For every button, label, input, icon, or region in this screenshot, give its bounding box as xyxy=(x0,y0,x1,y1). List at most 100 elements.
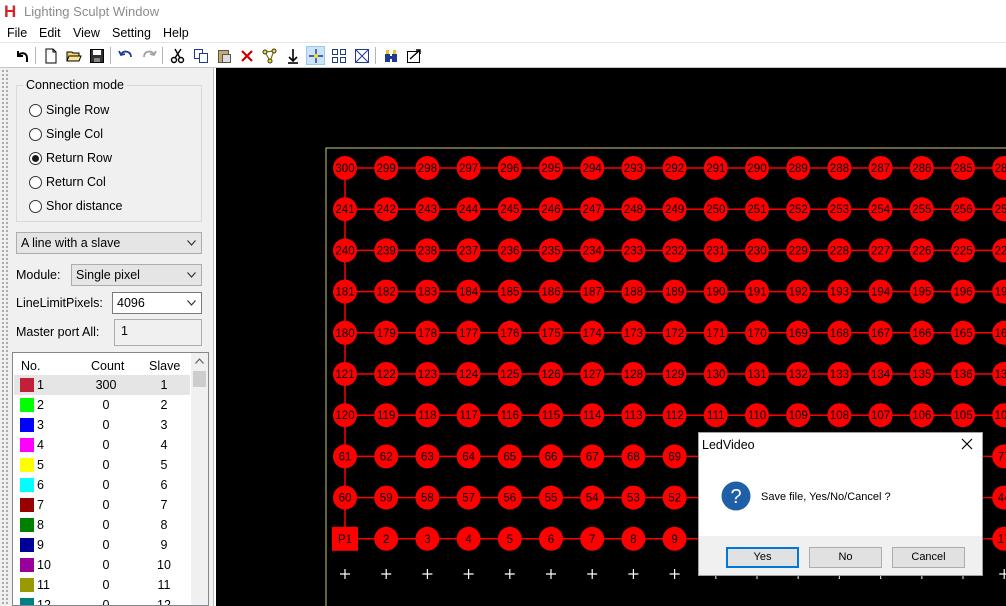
undo-icon[interactable] xyxy=(12,46,31,65)
pixel-node[interactable]: 296 xyxy=(497,156,522,180)
cancel-button[interactable]: Cancel xyxy=(892,547,965,568)
pixel-node[interactable]: 60 xyxy=(333,485,357,510)
pixel-node[interactable]: 5 xyxy=(497,526,522,551)
line-limit-select[interactable]: 4096 xyxy=(112,292,202,314)
table-row[interactable]: 1 300 1 xyxy=(14,375,190,395)
pixel-node[interactable]: 234 xyxy=(580,238,605,263)
pixel-node[interactable]: 44 xyxy=(992,485,1006,510)
paste-icon[interactable] xyxy=(214,46,233,65)
pixel-node[interactable]: 2 xyxy=(374,526,399,551)
pixel-node[interactable]: 53 xyxy=(621,485,646,510)
pixel-node[interactable]: 297 xyxy=(456,156,481,180)
pixel-node[interactable]: 131 xyxy=(745,362,769,386)
pixel-node[interactable]: 109 xyxy=(786,403,811,428)
close-icon[interactable] xyxy=(961,438,973,450)
pixel-node[interactable]: 105 xyxy=(951,403,975,428)
pixel-node[interactable]: 6 xyxy=(539,526,563,551)
pixel-node[interactable]: 286 xyxy=(909,156,934,180)
pixel-node[interactable]: 130 xyxy=(703,362,728,386)
pixel-node[interactable]: 108 xyxy=(827,403,852,428)
pixel-node[interactable]: 133 xyxy=(827,362,852,386)
pixel-node[interactable]: 249 xyxy=(662,197,687,222)
pixel-node[interactable]: 68 xyxy=(621,444,646,469)
pixel-node[interactable]: 55 xyxy=(539,485,563,510)
pixel-node[interactable]: 251 xyxy=(745,197,769,222)
radio-single-col[interactable]: Single Col xyxy=(29,126,103,142)
pixel-node[interactable]: 61 xyxy=(333,444,357,469)
pixel-node[interactable]: 58 xyxy=(415,485,440,510)
pixel-node[interactable]: 239 xyxy=(374,238,399,263)
pixel-node[interactable]: 186 xyxy=(539,279,563,304)
table-row[interactable]: 12 0 12 xyxy=(14,595,190,605)
open-folder-icon[interactable] xyxy=(64,46,83,65)
pixel-node[interactable]: 118 xyxy=(415,403,440,428)
pixel-node[interactable]: 65 xyxy=(497,444,522,469)
pixel-node[interactable]: 62 xyxy=(374,444,399,469)
copy-icon[interactable] xyxy=(191,46,210,65)
table-row[interactable]: 2 0 2 xyxy=(14,395,190,415)
pixel-node[interactable]: 111 xyxy=(703,403,728,428)
pixel-node[interactable]: 197 xyxy=(992,279,1006,304)
pixel-node[interactable]: 226 xyxy=(909,238,934,263)
pixel-node[interactable]: 238 xyxy=(415,238,440,263)
pixel-node[interactable]: 246 xyxy=(539,197,563,222)
menu-setting[interactable]: Setting xyxy=(112,25,151,43)
pixel-node[interactable]: 240 xyxy=(333,238,357,263)
table-row[interactable]: 9 0 9 xyxy=(14,535,190,555)
fit-window-icon[interactable] xyxy=(352,46,371,65)
pixel-node[interactable]: 63 xyxy=(415,444,440,469)
pixel-node[interactable]: 242 xyxy=(374,197,399,222)
pixel-node[interactable]: 177 xyxy=(456,320,481,345)
pixel-node[interactable]: 7 xyxy=(580,526,605,551)
radio-shor-distance[interactable]: Shor distance xyxy=(29,198,122,214)
pixel-node[interactable]: 54 xyxy=(580,485,605,510)
pixel-node[interactable]: 236 xyxy=(497,238,522,263)
pixel-node[interactable]: 253 xyxy=(827,197,852,222)
pixel-node[interactable]: 134 xyxy=(868,362,893,386)
pixel-node[interactable]: 233 xyxy=(621,238,646,263)
table-row[interactable]: 4 0 4 xyxy=(14,435,190,455)
pixel-node[interactable]: 191 xyxy=(745,279,769,304)
pixel-node[interactable]: 195 xyxy=(909,279,934,304)
pixel-node[interactable]: 9 xyxy=(662,526,687,551)
pixel-node[interactable]: 17 xyxy=(992,526,1006,551)
pixel-node[interactable]: 132 xyxy=(786,362,811,386)
pixel-node[interactable]: 256 xyxy=(951,197,975,222)
pixel-node[interactable]: 244 xyxy=(456,197,481,222)
pixel-node[interactable]: 104 xyxy=(992,403,1006,428)
pixel-node[interactable]: 189 xyxy=(662,279,687,304)
pixel-node[interactable]: 114 xyxy=(580,403,605,428)
pixel-node[interactable]: 166 xyxy=(909,320,934,345)
pixel-node[interactable]: 288 xyxy=(827,156,852,180)
pixel-node[interactable]: 57 xyxy=(456,485,481,510)
master-port-input[interactable]: 1 xyxy=(114,319,202,346)
pixel-node[interactable]: 257 xyxy=(992,197,1006,222)
pixel-node[interactable]: 243 xyxy=(415,197,440,222)
pixel-node[interactable]: 4 xyxy=(456,526,481,551)
menu-view[interactable]: View xyxy=(73,25,100,43)
undo-arrow-icon[interactable] xyxy=(116,46,135,65)
pixel-node[interactable]: 194 xyxy=(868,279,893,304)
crosshair-icon[interactable] xyxy=(306,46,325,65)
scroll-up-icon[interactable] xyxy=(195,358,204,364)
pixel-node[interactable]: 299 xyxy=(374,156,399,180)
pixel-node[interactable]: 56 xyxy=(497,485,522,510)
pixel-node[interactable]: 181 xyxy=(333,279,357,304)
no-button[interactable]: No xyxy=(809,547,882,568)
delete-icon[interactable] xyxy=(237,46,256,65)
pixel-node[interactable]: 254 xyxy=(868,197,893,222)
pixel-node[interactable]: 247 xyxy=(580,197,605,222)
pixel-node[interactable]: 289 xyxy=(786,156,811,180)
pixel-node[interactable]: P1 xyxy=(332,526,358,551)
pixel-node[interactable]: 125 xyxy=(497,362,522,386)
pixel-node[interactable]: 227 xyxy=(868,238,893,263)
pixel-node[interactable]: 179 xyxy=(374,320,399,345)
pixel-node[interactable]: 64 xyxy=(456,444,481,469)
pixel-node[interactable]: 178 xyxy=(415,320,440,345)
pixel-node[interactable]: 300 xyxy=(333,156,357,180)
yes-button[interactable]: Yes xyxy=(726,547,799,568)
pixel-node[interactable]: 136 xyxy=(951,362,975,386)
column-header-slave[interactable]: Slave xyxy=(149,359,180,373)
column-header-no[interactable]: No. xyxy=(21,359,40,373)
pixel-node[interactable]: 225 xyxy=(951,238,975,263)
